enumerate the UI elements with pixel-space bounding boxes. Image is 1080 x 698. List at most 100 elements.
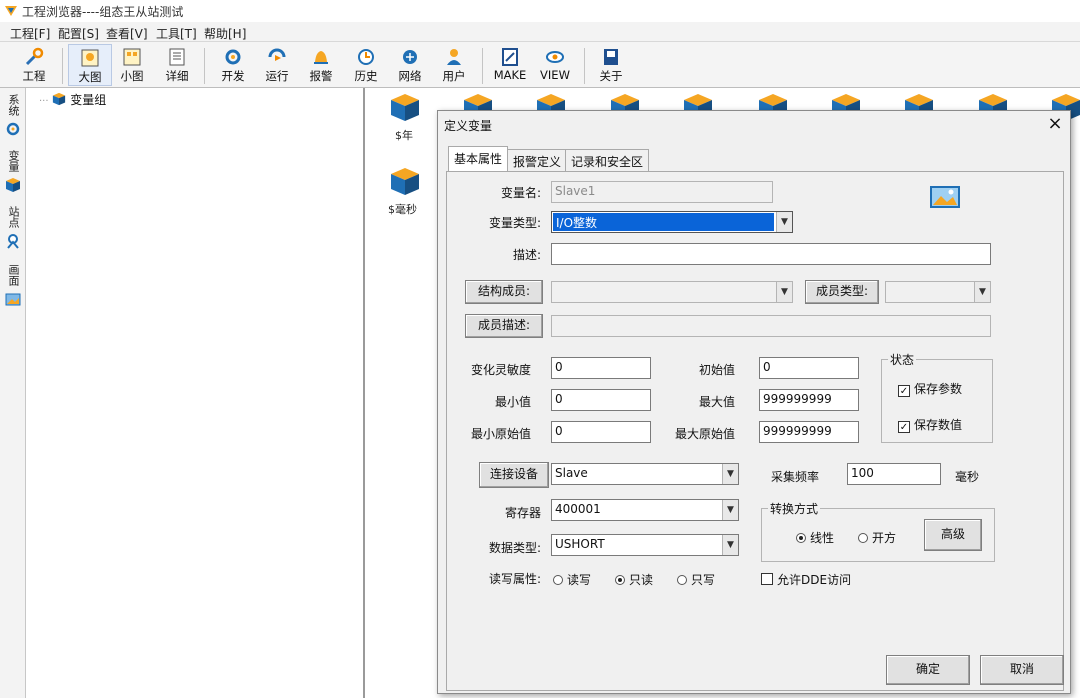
datatype-select[interactable]: USHORT ▼: [551, 534, 739, 556]
tab-record-security[interactable]: 记录和安全区: [565, 149, 650, 171]
radio-icon: [553, 575, 563, 585]
menu-project[interactable]: 工程[F]: [10, 25, 50, 42]
clock-icon: [358, 49, 374, 65]
menu-help[interactable]: 帮助[H]: [204, 25, 246, 42]
detail-icon: [169, 48, 185, 66]
allow-dde-checkbox[interactable]: 允许DDE访问: [761, 571, 851, 588]
radio-selected-icon: [796, 533, 806, 543]
sample-rate-field[interactable]: 100: [847, 463, 941, 485]
var-type-selected: I/O整数: [553, 213, 774, 231]
linear-radio[interactable]: 线性: [796, 529, 834, 546]
window-title: 工程浏览器----组态王从站测试: [22, 5, 184, 19]
chevron-down-icon[interactable]: ▼: [776, 212, 792, 232]
checkbox-icon: [761, 573, 773, 585]
toolbar-small-icon-button[interactable]: 小图: [110, 44, 154, 86]
vtab-site[interactable]: 站点: [1, 206, 25, 249]
member-type-button[interactable]: 成员类型:: [805, 280, 879, 304]
state-group-title: 状态: [888, 351, 917, 368]
initial-value-label: 初始值: [698, 363, 735, 377]
member-desc-button[interactable]: 成员描述:: [465, 314, 543, 338]
chevron-down-icon[interactable]: ▼: [776, 282, 792, 302]
change-sensitivity-label: 变化灵敏度: [470, 363, 531, 377]
struct-member-button[interactable]: 结构成员:: [465, 280, 543, 304]
register-select[interactable]: 400001 ▼: [551, 499, 739, 521]
radio-icon: [677, 575, 687, 585]
rw-readonly-radio[interactable]: 只读: [615, 571, 653, 588]
change-sensitivity-field[interactable]: 0: [551, 357, 651, 379]
toolbar-separator: [204, 48, 205, 84]
close-icon[interactable]: ×: [1044, 113, 1066, 135]
connect-device-button[interactable]: 连接设备: [479, 462, 549, 488]
rw-readwrite-radio[interactable]: 读写: [553, 571, 591, 588]
bell-icon: [314, 51, 328, 64]
tree-panel: ··· 变量组: [27, 88, 365, 698]
variable-label: $毫秒: [388, 203, 417, 216]
variable-label: $年: [395, 129, 413, 142]
toolbar-detail-button[interactable]: 详细: [155, 44, 199, 86]
radio-selected-icon: [615, 575, 625, 585]
max-value-field[interactable]: 999999999: [759, 389, 859, 411]
toolbar-view-button[interactable]: VIEW: [533, 44, 577, 86]
toolbar-about-button[interactable]: 关于: [589, 44, 633, 86]
toolbar-alarm-button[interactable]: 报警: [299, 44, 343, 86]
chevron-down-icon[interactable]: ▼: [722, 535, 738, 555]
site-icon: [7, 234, 19, 249]
toolbar-separator: [62, 48, 63, 84]
large-icon-icon: [81, 49, 99, 67]
ok-button[interactable]: 确定: [886, 655, 970, 685]
chevron-down-icon[interactable]: ▼: [722, 500, 738, 520]
run-icon: [268, 48, 286, 61]
tools-icon: [25, 47, 44, 66]
variable-cube-icon[interactable]: [389, 92, 421, 122]
menu-view[interactable]: 查看[V]: [106, 25, 148, 42]
var-name-field[interactable]: Slave1: [551, 181, 773, 203]
max-value-label: 最大值: [698, 395, 735, 409]
toolbar-run-button[interactable]: 运行: [255, 44, 299, 86]
var-type-label: 变量类型:: [488, 216, 541, 230]
struct-member-select[interactable]: ▼: [551, 281, 793, 303]
picture-icon[interactable]: [929, 183, 963, 211]
register-label: 寄存器: [504, 506, 541, 520]
toolbar-large-icon-button[interactable]: 大图: [68, 44, 112, 86]
cancel-button[interactable]: 取消: [980, 655, 1064, 685]
member-desc-field[interactable]: [551, 315, 991, 337]
vtab-screen[interactable]: 画面: [1, 264, 25, 307]
cube-icon: [53, 92, 66, 106]
menu-tools[interactable]: 工具[T]: [156, 25, 197, 42]
min-raw-field[interactable]: 0: [551, 421, 651, 443]
toolbar-develop-button[interactable]: 开发: [211, 44, 255, 86]
save-params-checkbox[interactable]: ✓ 保存参数: [898, 380, 962, 397]
toolbar-user-button[interactable]: 用户: [432, 44, 476, 86]
initial-value-field[interactable]: 0: [759, 357, 859, 379]
toolbar-project-button[interactable]: 工程: [12, 44, 56, 86]
description-field[interactable]: [551, 243, 991, 265]
dialog-title: 定义变量: [444, 119, 493, 133]
user-icon: [447, 49, 461, 65]
vtab-variables[interactable]: 变量: [1, 150, 25, 193]
sqrt-radio[interactable]: 开方: [858, 529, 896, 546]
tree-node-variable-group[interactable]: ··· 变量组: [39, 91, 106, 108]
member-type-select[interactable]: ▼: [885, 281, 991, 303]
min-value-field[interactable]: 0: [551, 389, 651, 411]
tab-alarm-definition[interactable]: 报警定义: [507, 149, 568, 171]
chevron-down-icon[interactable]: ▼: [722, 464, 738, 484]
tab-panel-basic: 变量名: Slave1 变量类型: I/O整数 ▼ 描述: 结构成员: ▼ 成员…: [446, 171, 1064, 691]
tab-basic-properties[interactable]: 基本属性: [448, 146, 509, 172]
advanced-button[interactable]: 高级: [924, 519, 982, 551]
device-select[interactable]: Slave ▼: [551, 463, 739, 485]
chevron-down-icon[interactable]: ▼: [974, 282, 990, 302]
eye-icon: [546, 51, 564, 63]
menu-config[interactable]: 配置[S]: [58, 25, 99, 42]
make-icon: [502, 48, 518, 66]
toolbar-make-button[interactable]: MAKE: [488, 44, 532, 86]
variable-cube-icon[interactable]: [389, 166, 421, 196]
save-values-checkbox[interactable]: ✓ 保存数值: [898, 416, 962, 433]
rw-writeonly-radio[interactable]: 只写: [677, 571, 715, 588]
var-name-label: 变量名:: [500, 186, 541, 200]
vtab-system[interactable]: 系统: [1, 94, 25, 137]
toolbar-network-button[interactable]: 网络: [388, 44, 432, 86]
var-type-select[interactable]: I/O整数 ▼: [551, 211, 793, 233]
max-raw-field[interactable]: 999999999: [759, 421, 859, 443]
toolbar-history-button[interactable]: 历史: [344, 44, 388, 86]
menu-bar: 工程[F] 配置[S] 查看[V] 工具[T] 帮助[H]: [0, 22, 1080, 42]
